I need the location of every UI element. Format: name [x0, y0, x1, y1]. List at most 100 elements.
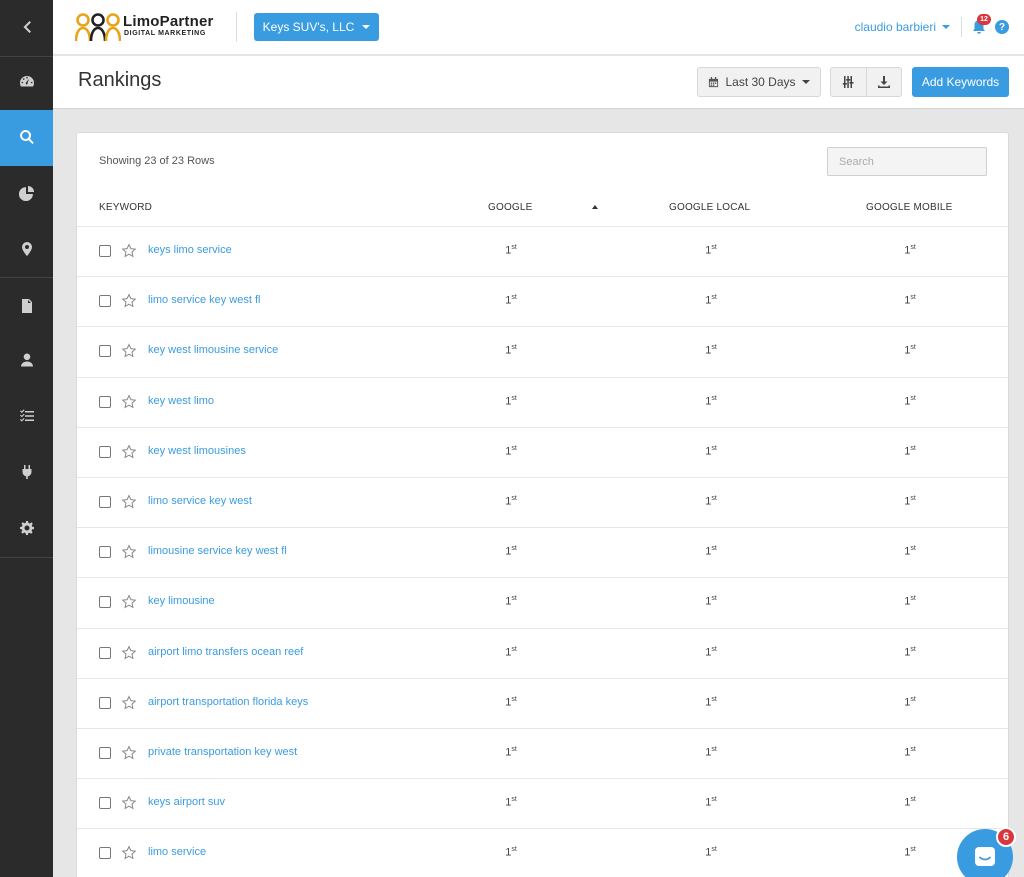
- row-checkbox[interactable]: [99, 345, 111, 358]
- star-icon[interactable]: [121, 795, 137, 811]
- client-selector-label: Keys SUV's, LLC: [262, 20, 355, 34]
- keyword-link[interactable]: private transportation key west: [148, 746, 297, 758]
- row-checkbox[interactable]: [99, 546, 111, 559]
- keyword-link[interactable]: key limousine: [148, 595, 215, 607]
- download-button[interactable]: [865, 68, 901, 96]
- row-checkbox[interactable]: [99, 245, 111, 257]
- star-icon[interactable]: [121, 845, 137, 861]
- star-icon[interactable]: [121, 644, 137, 661]
- row-checkbox[interactable]: [99, 646, 111, 659]
- column-header-keyword[interactable]: KEYWORD: [99, 202, 152, 213]
- help-icon[interactable]: ?: [995, 20, 1009, 34]
- table-row: key west limousine service 1st 1st 1st: [77, 327, 1008, 378]
- divider: [236, 12, 237, 42]
- keyword-link[interactable]: limo service key west fl: [148, 294, 260, 306]
- keyword-link[interactable]: limousine service key west fl: [148, 545, 287, 557]
- star-icon[interactable]: [121, 695, 137, 711]
- bell-icon: [972, 20, 986, 38]
- column-settings-button[interactable]: [831, 68, 866, 96]
- column-header-google-mobile[interactable]: GOOGLE MOBILE: [866, 202, 953, 213]
- row-checkbox[interactable]: [99, 445, 111, 458]
- google-local-rank: 1st: [705, 595, 717, 608]
- date-range-label: Last 30 Days: [725, 75, 796, 89]
- star-icon[interactable]: [121, 444, 137, 460]
- google-rank: 1st: [505, 344, 517, 358]
- sidebar-item-integrations[interactable]: [0, 445, 53, 501]
- keyword-link[interactable]: key west limo: [148, 395, 214, 407]
- top-bar: LimoPartner DIGITAL MARKETING Keys SUV's…: [53, 0, 1024, 55]
- star-icon[interactable]: [121, 393, 137, 410]
- sidebar-item-tasks[interactable]: [0, 389, 53, 445]
- google-local-rank: 1st: [705, 745, 717, 759]
- star-icon[interactable]: [121, 343, 137, 359]
- row-checkbox[interactable]: [99, 746, 111, 759]
- keyword-link[interactable]: key west limousines: [148, 445, 246, 457]
- star-icon[interactable]: [121, 293, 137, 309]
- sidebar-item-rankings[interactable]: [0, 110, 53, 166]
- keyword-link[interactable]: airport limo transfers ocean reef: [148, 646, 303, 658]
- report-icon: [19, 298, 35, 317]
- back-icon: [19, 19, 35, 38]
- star-icon[interactable]: [121, 594, 137, 610]
- row-checkbox[interactable]: [99, 696, 111, 709]
- add-keywords-button[interactable]: Add Keywords: [912, 67, 1009, 97]
- sidebar-back-button[interactable]: [0, 0, 53, 56]
- sidebar-item-dashboard[interactable]: [0, 54, 53, 110]
- sidebar-item-local[interactable]: [0, 222, 53, 278]
- google-rank: 1st: [505, 645, 517, 659]
- sidebar-item-settings[interactable]: [0, 501, 53, 557]
- google-local-rank: 1st: [705, 846, 717, 859]
- star-icon[interactable]: [121, 544, 137, 560]
- keyword-link[interactable]: keys airport suv: [148, 796, 225, 808]
- brand-tagline: DIGITAL MARKETING: [124, 30, 206, 37]
- date-range-button[interactable]: Last 30 Days: [697, 67, 821, 97]
- chat-unread-badge: 6: [996, 827, 1016, 847]
- checklist-icon: [19, 408, 35, 427]
- row-count-text: Showing 23 of 23 Rows: [99, 155, 215, 167]
- brand-logo[interactable]: LimoPartner DIGITAL MARKETING: [75, 11, 220, 43]
- row-checkbox[interactable]: [99, 847, 111, 860]
- google-mobile-rank: 1st: [904, 444, 916, 458]
- notifications-button[interactable]: 12: [972, 14, 991, 38]
- row-checkbox[interactable]: [99, 395, 111, 408]
- row-checkbox[interactable]: [99, 596, 111, 609]
- google-local-rank: 1st: [705, 695, 717, 709]
- keyword-link[interactable]: key west limousine service: [148, 344, 278, 356]
- sidebar-item-users[interactable]: [0, 333, 53, 389]
- table-row: airport transportation florida keys 1st 1s…: [77, 679, 1008, 729]
- star-icon[interactable]: [121, 494, 137, 510]
- google-local-rank: 1st: [705, 645, 717, 659]
- google-local-rank: 1st: [705, 294, 717, 307]
- column-header-google-local[interactable]: GOOGLE LOCAL: [669, 202, 750, 213]
- calendar-icon: [708, 76, 719, 88]
- keyword-link[interactable]: airport transportation florida keys: [148, 696, 308, 708]
- google-mobile-rank: 1st: [904, 745, 916, 759]
- keyword-link[interactable]: limo service key west: [148, 495, 252, 507]
- user-menu[interactable]: claudio barbieri: [855, 20, 950, 34]
- client-selector-button[interactable]: Keys SUV's, LLC: [254, 13, 379, 41]
- sort-ascending-icon[interactable]: [592, 205, 598, 209]
- row-checkbox[interactable]: [99, 295, 111, 308]
- plug-icon: [19, 464, 35, 483]
- row-checkbox[interactable]: [99, 797, 111, 810]
- google-rank: 1st: [505, 294, 517, 307]
- chevron-down-icon: [362, 25, 371, 29]
- brand-name: LimoPartner: [123, 13, 214, 30]
- column-header-google[interactable]: GOOGLE: [488, 202, 533, 213]
- sidebar-item-report-builder[interactable]: [0, 279, 53, 335]
- keyword-link[interactable]: limo service: [148, 846, 206, 858]
- google-mobile-rank: 1st: [904, 294, 916, 307]
- star-icon[interactable]: [121, 745, 137, 761]
- search-input[interactable]: [827, 147, 987, 176]
- row-checkbox[interactable]: [99, 495, 111, 508]
- google-rank: 1st: [505, 846, 517, 859]
- dashboard-icon: [19, 73, 35, 92]
- star-icon[interactable]: [121, 243, 137, 259]
- google-local-rank: 1st: [705, 545, 717, 558]
- sidebar-item-reports[interactable]: [0, 166, 53, 222]
- page-title: Rankings: [78, 69, 162, 91]
- google-local-rank: 1st: [705, 494, 717, 508]
- google-rank: 1st: [505, 745, 517, 759]
- keyword-table-body: keys limo service 1st 1st 1st limo service k…: [77, 227, 1008, 877]
- keyword-link[interactable]: keys limo service: [148, 244, 232, 256]
